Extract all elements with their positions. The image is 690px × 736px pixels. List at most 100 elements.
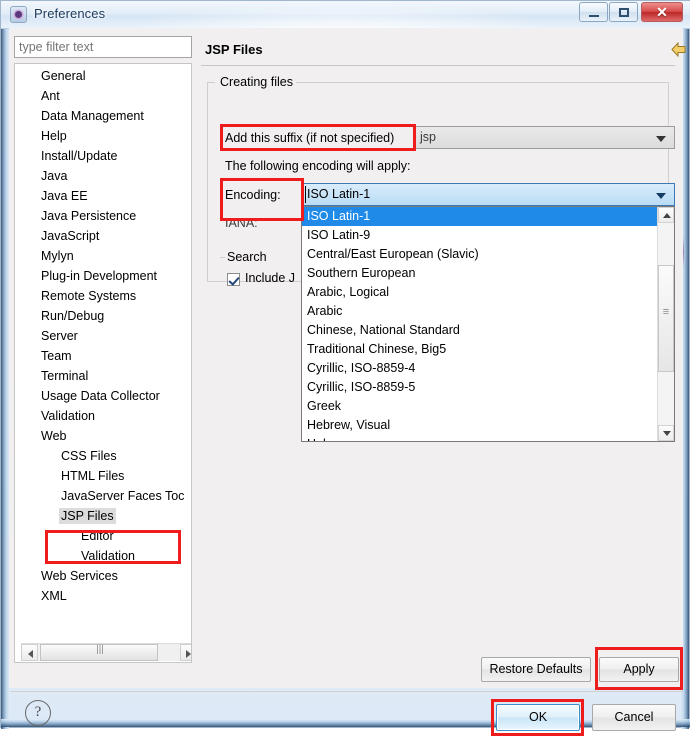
sidebar-item-usage-data-collector[interactable]: Usage Data Collector xyxy=(15,386,162,406)
dropdown-option[interactable]: Greek xyxy=(302,397,674,416)
suffix-combo[interactable]: jsp xyxy=(414,126,675,149)
sidebar-item-terminal[interactable]: Terminal xyxy=(15,366,90,386)
sidebar-item-label: Team xyxy=(41,349,72,363)
sidebar-item-xml[interactable]: XML xyxy=(15,586,69,606)
sidebar-item-server[interactable]: Server xyxy=(15,326,80,346)
group-border-left xyxy=(207,82,215,83)
preferences-dialog: General Ant Data Management Help Install/Upd… xyxy=(9,28,686,736)
sidebar-item-remote-systems[interactable]: Remote Systems xyxy=(15,286,138,306)
sidebar-item-run-debug[interactable]: Run/Debug xyxy=(15,306,106,326)
sidebar-item-label: Validation xyxy=(81,549,135,563)
dropdown-option[interactable]: Southern European xyxy=(302,264,674,283)
cancel-button[interactable]: Cancel xyxy=(592,704,676,731)
checkbox-checked-icon xyxy=(227,273,240,286)
sidebar-item-label: Help xyxy=(41,129,67,143)
sidebar-item-label: Server xyxy=(41,329,78,343)
sidebar-item-editor[interactable]: Editor xyxy=(15,526,116,546)
dropdown-option[interactable]: ISO Latin-9 xyxy=(302,226,674,245)
group-border-right xyxy=(296,82,669,83)
sidebar-item-label: Install/Update xyxy=(41,149,118,163)
sidebar-item-mylyn[interactable]: Mylyn xyxy=(15,246,76,266)
sidebar-item-javascript[interactable]: JavaScript xyxy=(15,226,101,246)
dropdown-option[interactable]: Hebrew xyxy=(302,435,674,441)
scrollbar-thumb[interactable] xyxy=(658,265,674,372)
dropdown-option[interactable]: Arabic, Logical xyxy=(302,283,674,302)
apply-button[interactable]: Apply xyxy=(599,657,679,682)
sidebar-item-web-services[interactable]: Web Services xyxy=(15,566,120,586)
sidebar-item-validation[interactable]: Validation xyxy=(15,406,97,426)
chevron-down-icon xyxy=(656,136,666,142)
sidebar-item-label: Java xyxy=(41,169,68,183)
dropdown-option[interactable]: Arabic xyxy=(302,302,674,321)
sidebar-item-general[interactable]: General xyxy=(15,66,87,86)
sidebar-item-install-update[interactable]: Install/Update xyxy=(15,146,119,166)
title-bar[interactable]: Preferences ✕ xyxy=(1,1,690,29)
sidebar-item-css-files[interactable]: CSS Files xyxy=(15,446,119,466)
sidebar-item-label: Java Persistence xyxy=(41,209,137,223)
scroll-left-icon[interactable] xyxy=(21,644,38,661)
sidebar-item-label: General xyxy=(41,69,86,83)
dropdown-option[interactable]: ISO Latin-1 xyxy=(302,207,674,226)
dropdown-option[interactable]: Hebrew, Visual xyxy=(302,416,674,435)
sidebar-item-label: Terminal xyxy=(41,369,89,383)
content-header: JSP Files xyxy=(199,36,686,66)
scroll-up-icon[interactable] xyxy=(658,207,674,223)
sidebar-item-help[interactable]: Help xyxy=(15,126,69,146)
dropdown-option[interactable]: Cyrillic, ISO-8859-5 xyxy=(302,378,674,397)
ok-button[interactable]: OK xyxy=(496,704,580,731)
suffix-label: Add this suffix (if not specified) xyxy=(225,131,395,145)
restore-defaults-button[interactable]: Restore Defaults xyxy=(481,657,591,682)
maximize-button[interactable] xyxy=(609,2,638,22)
encoding-combo[interactable]: ISO Latin-1 xyxy=(301,183,675,206)
filter-input[interactable] xyxy=(14,36,192,58)
sidebar-item-label: Mylyn xyxy=(41,249,74,263)
sidebar-item-label: Ant xyxy=(41,89,60,103)
close-button[interactable]: ✕ xyxy=(641,2,683,22)
search-group-label: Search xyxy=(227,250,267,264)
scroll-right-icon[interactable] xyxy=(180,644,191,661)
sidebar-item-label: Validation xyxy=(41,409,95,423)
sidebar-item-java[interactable]: Java xyxy=(15,166,69,186)
scroll-down-icon[interactable] xyxy=(658,425,674,441)
sidebar-item-validation[interactable]: Validation xyxy=(15,546,137,566)
sidebar-item-jsp-files-selected[interactable]: JSP Files xyxy=(15,506,116,526)
sidebar-item-ant[interactable]: Ant xyxy=(15,86,62,106)
window-frame-bottom xyxy=(1,719,690,727)
sidebar-item-data-management[interactable]: Data Management xyxy=(15,106,146,126)
sidebar-item-label: Data Management xyxy=(41,109,144,123)
back-arrow-icon[interactable] xyxy=(671,42,687,57)
chevron-down-icon xyxy=(656,193,666,199)
help-icon[interactable]: ? xyxy=(25,700,51,726)
sidebar-item-plug-in-development[interactable]: Plug-in Development xyxy=(15,266,159,286)
include-checkbox-label: Include J xyxy=(245,271,296,285)
sidebar-item-javaserver-faces-toc[interactable]: JavaServer Faces Toc xyxy=(15,486,186,506)
sidebar-item-java-persistence[interactable]: Java Persistence xyxy=(15,206,138,226)
footer-divider xyxy=(10,691,682,692)
sidebar-item-label: JSP Files xyxy=(59,508,116,524)
page-title: JSP Files xyxy=(205,42,263,57)
sidebar-item-java-ee[interactable]: Java EE xyxy=(15,186,90,206)
sidebar-item-label: Web xyxy=(41,429,67,443)
preferences-window: Preferences ✕ General Ant Data Management H… xyxy=(0,0,690,736)
dropdown-option[interactable]: Chinese, National Standard xyxy=(302,321,674,340)
dropdown-option[interactable]: Central/East European (Slavic) xyxy=(302,245,674,264)
minimize-button[interactable] xyxy=(579,2,608,22)
text-cursor xyxy=(305,186,306,203)
title-bar-glow xyxy=(121,1,561,28)
tree-horizontal-scrollbar[interactable] xyxy=(21,643,191,661)
sidebar-item-label: Usage Data Collector xyxy=(41,389,160,403)
encoding-dropdown-list[interactable]: ISO Latin-1 ISO Latin-9 Central/East Europ… xyxy=(301,206,675,442)
header-divider xyxy=(201,65,675,66)
dropdown-option[interactable]: Traditional Chinese, Big5 xyxy=(302,340,674,359)
dropdown-option[interactable]: Cyrillic, ISO-8859-4 xyxy=(302,359,674,378)
sidebar-item-label: XML xyxy=(41,589,67,603)
dropdown-scrollbar[interactable] xyxy=(657,207,674,441)
scrollbar-thumb[interactable] xyxy=(40,644,159,661)
sidebar-item-html-files[interactable]: HTML Files xyxy=(15,466,126,486)
sidebar-item-web[interactable]: Web xyxy=(15,426,68,446)
search-group-border xyxy=(220,257,225,258)
preferences-tree[interactable]: General Ant Data Management Help Install/Upd… xyxy=(14,63,192,663)
sidebar-item-label: HTML Files xyxy=(61,469,125,483)
sidebar-item-label: CSS Files xyxy=(61,449,117,463)
sidebar-item-team[interactable]: Team xyxy=(15,346,74,366)
